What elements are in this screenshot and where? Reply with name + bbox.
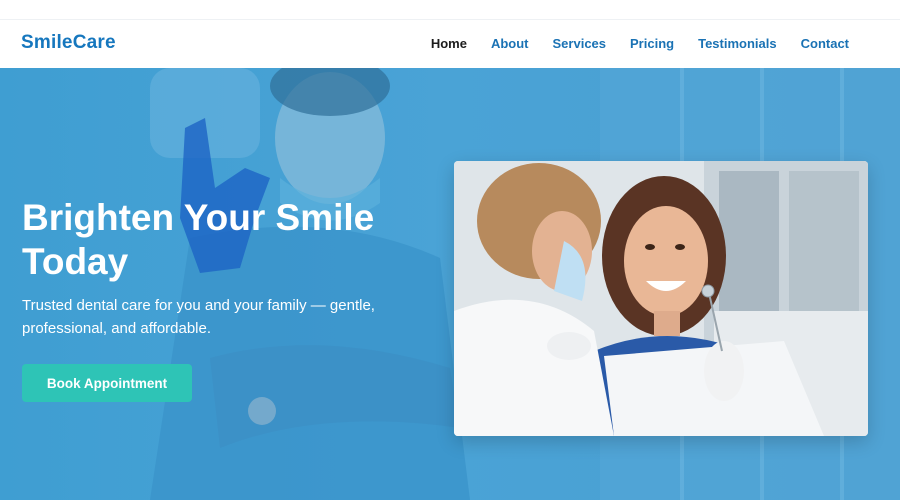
nav-home[interactable]: Home: [431, 36, 467, 51]
nav-services[interactable]: Services: [553, 36, 607, 51]
nav-pricing[interactable]: Pricing: [630, 36, 674, 51]
main-nav: Home About Services Pricing Testimonials…: [431, 36, 849, 51]
nav-about[interactable]: About: [491, 36, 529, 51]
book-appointment-button[interactable]: Book Appointment: [22, 364, 192, 402]
hero-section: Brighten Your Smile Today Trusted dental…: [0, 68, 900, 500]
nav-testimonials[interactable]: Testimonials: [698, 36, 777, 51]
hero-title-line1: Brighten Your Smile: [22, 197, 375, 238]
dentist-patient-photo: [454, 161, 868, 436]
hero-title: Brighten Your Smile Today: [22, 196, 442, 284]
hero-title-line2: Today: [22, 241, 129, 282]
hero-photo-card: [454, 161, 868, 436]
site-header: SmileCare Home About Services Pricing Te…: [0, 20, 900, 68]
nav-contact[interactable]: Contact: [801, 36, 849, 51]
hero-subtitle: Trusted dental care for you and your fam…: [22, 294, 442, 340]
brand-logo[interactable]: SmileCare: [21, 32, 116, 54]
hero-subtitle-line2: professional, and affordable.: [22, 320, 212, 337]
hero-subtitle-line1: Trusted dental care for you and your fam…: [22, 297, 375, 314]
top-strip: [0, 0, 900, 20]
